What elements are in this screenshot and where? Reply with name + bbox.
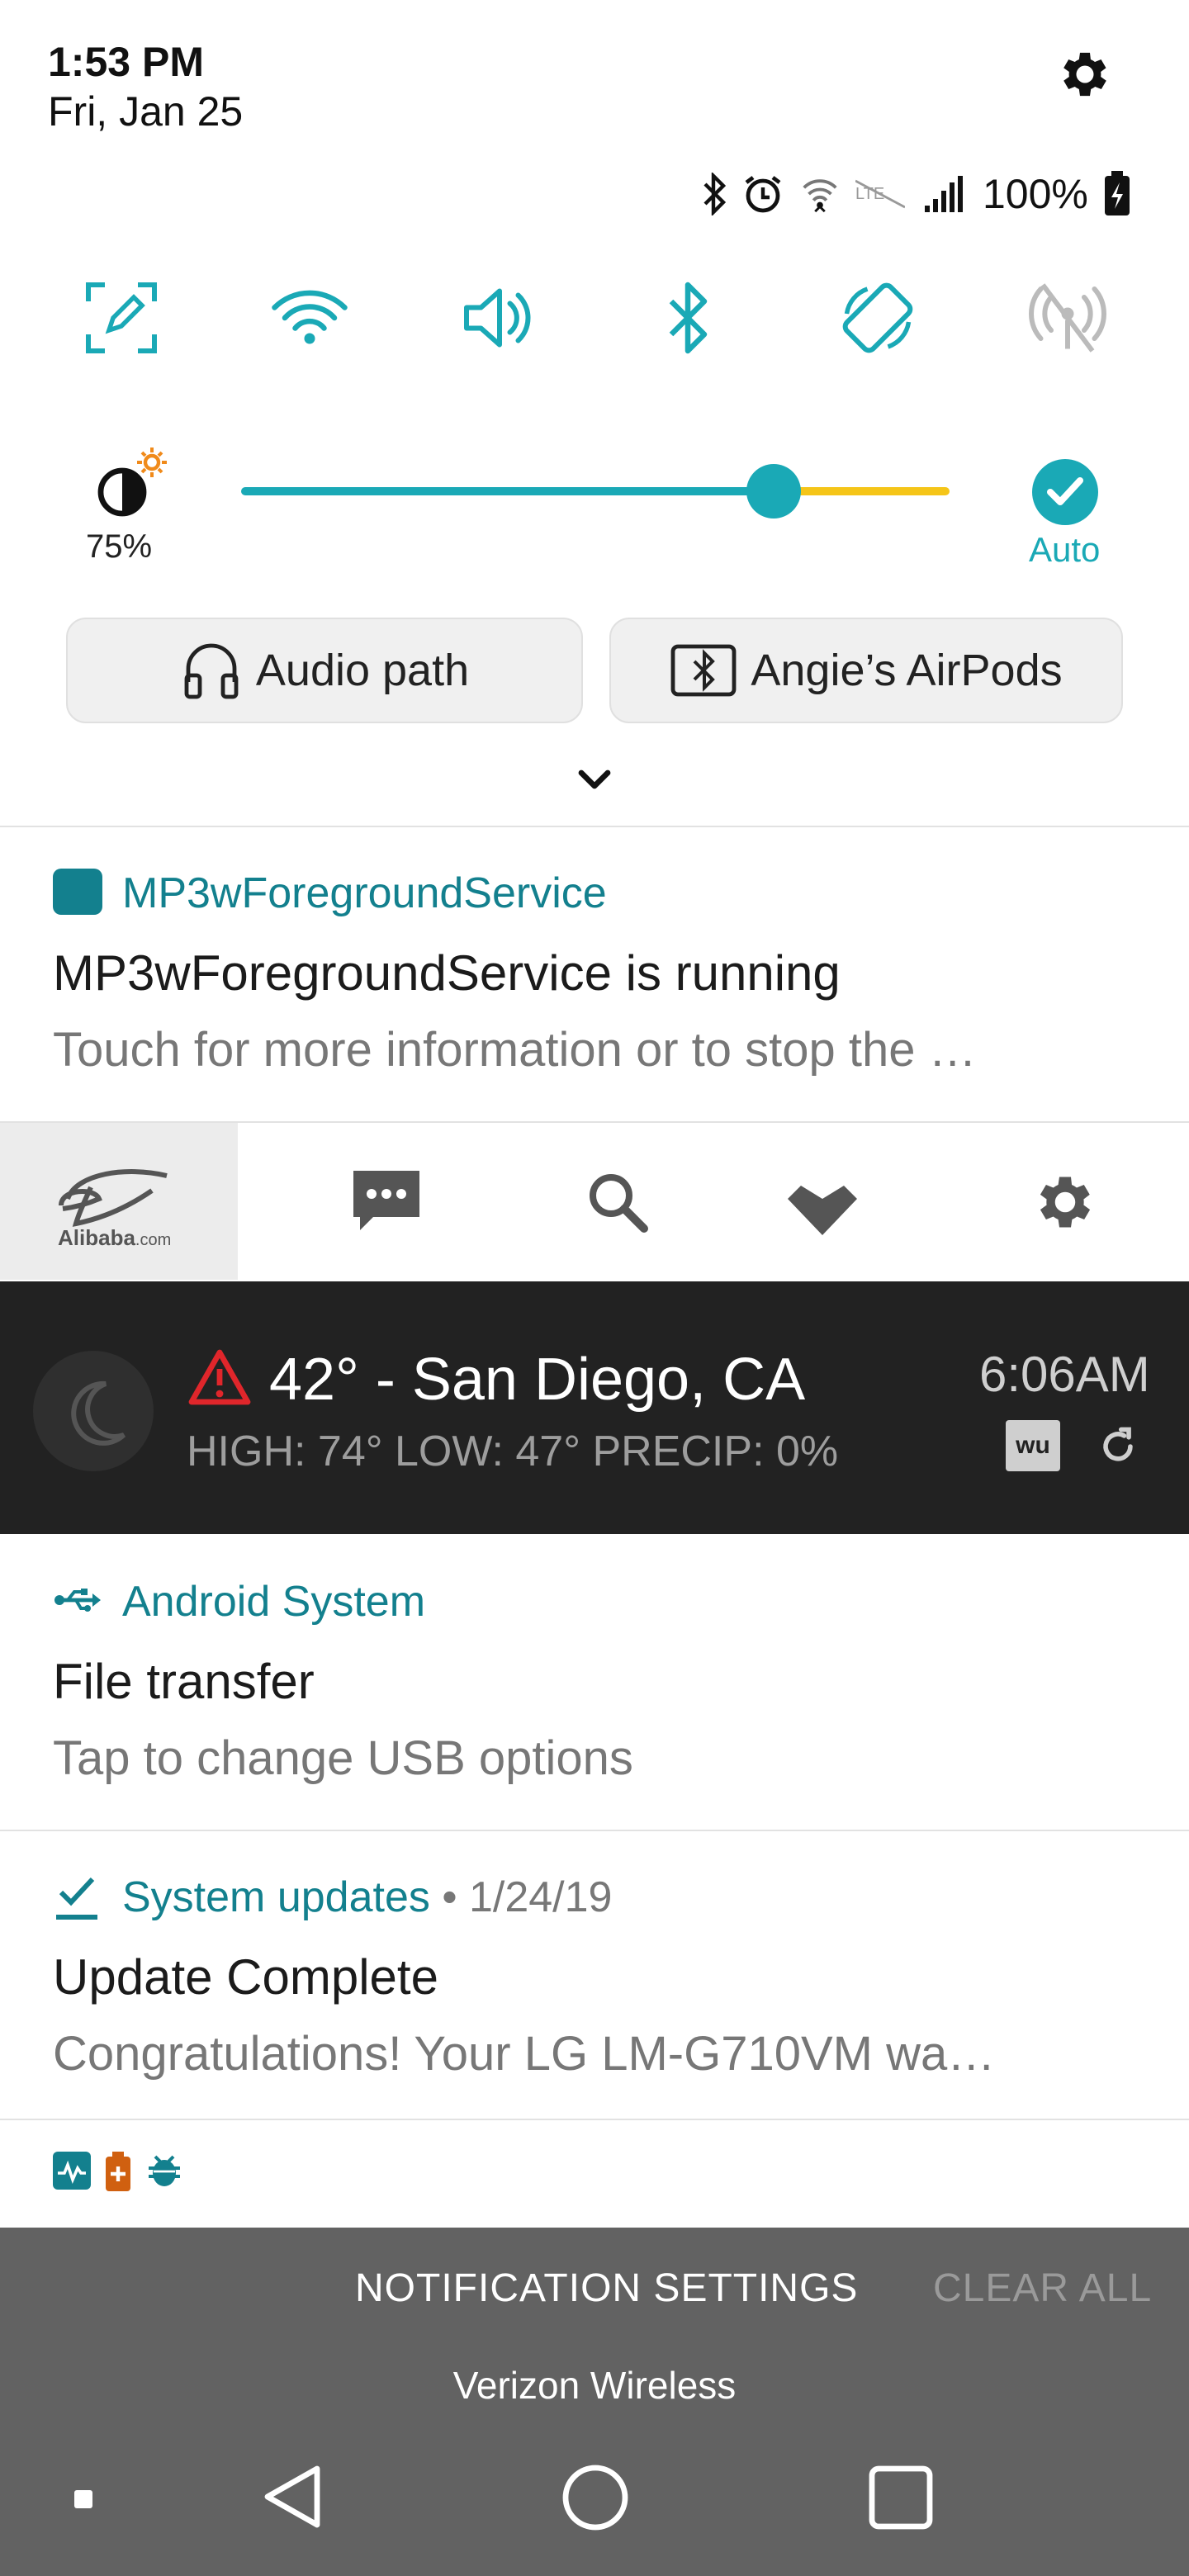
gear-icon [1063,52,1106,97]
warning-icon [187,1347,253,1411]
alibaba-favorites-button[interactable] [781,1172,864,1243]
app-icon [53,869,102,915]
notification-mp3w[interactable]: MP3wForegroundService MP3wForegroundServ… [0,827,1189,1121]
check-icon [1047,477,1083,505]
notification-body: Touch for more information or to stop th… [53,1023,977,1077]
tile-screen-capture[interactable] [76,272,167,363]
overflow-notification-icons[interactable] [53,2152,183,2191]
gear-icon [1040,1177,1091,1228]
bluetooth-device-icon [670,644,737,697]
tile-auto-rotate[interactable] [832,272,923,363]
tile-wifi[interactable] [264,272,355,363]
notification-body: Tap to change USB options [53,1731,633,1785]
time: 1:53 PM [48,39,204,85]
cell-signal-icon [925,176,963,212]
search-icon [590,1174,648,1233]
date: Fri, Jan 25 [48,88,244,135]
bluetooth-device-label: Angie’s AirPods [751,646,1063,695]
notification-system-updates[interactable]: System updates • 1/24/19 Update Complete… [0,1831,1189,2119]
weather-refresh-button[interactable] [1095,1423,1141,1474]
nav-indicator-dot[interactable] [74,2490,92,2508]
auto-brightness-label: Auto [1029,530,1101,569]
auto-brightness-toggle[interactable] [1032,459,1098,525]
headphones-icon [184,643,239,699]
notification-header: System updates • 1/24/19 [122,1873,612,1922]
notification-title: File transfer [53,1654,315,1709]
brightness-slider-thumb[interactable] [746,464,801,519]
settings-button[interactable] [1055,45,1115,104]
weather-forecast: HIGH: 74° LOW: 47° PRECIP: 0% [187,1428,839,1475]
lte-icon: LTE [855,179,905,209]
alibaba-search-button[interactable] [583,1167,652,1241]
bluetooth-icon [669,282,708,354]
hotspot-off-icon [1029,283,1106,353]
recents-icon [869,2465,933,2530]
notification-title: Update Complete [53,1949,438,2005]
usb-icon [54,1589,101,1612]
wifi-signal-icon [803,179,837,213]
bluetooth-icon [703,173,727,215]
message-icon [353,1171,419,1230]
heart-icon [788,1186,857,1235]
home-button[interactable] [561,2464,629,2536]
alibaba-settings-button[interactable] [1030,1167,1100,1241]
alarm-icon [745,176,781,213]
wu-logo: wu [1006,1420,1060,1471]
sound-icon [464,288,531,348]
wifi-icon [272,290,348,344]
notification-android-system[interactable]: Android System File transfer Tap to chan… [0,1536,1189,1830]
brightness-percent: 75% [86,528,153,565]
wu-logo-text: wu [1016,1432,1050,1459]
alibaba-logo-domain: .com [135,1231,172,1249]
back-icon [264,2465,320,2528]
weather-time: 6:06AM [979,1347,1150,1402]
notification-app-name: System updates [122,1873,430,1921]
download-done-icon [56,1877,97,1920]
brightness-icon [89,446,168,525]
notification-app-name: Android System [122,1578,426,1626]
notification-settings-button[interactable]: NOTIFICATION SETTINGS [355,2266,858,2311]
audio-path-button[interactable]: Audio path [66,618,583,723]
notification-title: MP3wForegroundService is running [53,945,841,1001]
alibaba-logo-text: Alibaba [58,1225,135,1250]
back-button[interactable] [258,2462,327,2536]
weather-current: 42° - San Diego, CA [269,1347,806,1413]
tile-bluetooth[interactable] [642,272,733,363]
notification-date: • 1/24/19 [429,1873,613,1921]
tile-sound[interactable] [454,272,545,363]
brightness-slider-track[interactable] [241,487,776,495]
carrier-label: Verizon Wireless [452,2364,737,2407]
moon-icon [33,1351,154,1471]
notification-body: Congratulations! Your LG LM-G710VM wa… [53,2027,996,2081]
status-icons: LTE 100% [702,165,1131,223]
home-icon [562,2465,628,2531]
tile-hotspot[interactable] [1022,272,1113,363]
battery-charging-icon [1104,171,1130,215]
audio-path-label: Audio path [255,646,470,695]
recents-button[interactable] [867,2464,935,2536]
expand-button[interactable] [570,760,619,801]
alibaba-messages-button[interactable] [347,1166,426,1241]
android-bug-icon [149,2155,180,2186]
chevron-down-icon [578,769,611,789]
screen-capture-icon [86,282,157,353]
clear-all-button[interactable]: CLEAR ALL [933,2266,1152,2311]
battery-percent: 100% [983,171,1088,217]
bluetooth-device-button[interactable]: Angie’s AirPods [609,618,1123,723]
alibaba-logo[interactable]: Alibaba.com [0,1123,238,1280]
divider [0,2119,1189,2120]
battery-plus-icon [106,2152,130,2191]
activity-icon [53,2152,91,2190]
refresh-icon [1103,1427,1133,1461]
brightness-slider-rest[interactable] [776,487,950,495]
notification-app-name: MP3wForegroundService [122,869,607,917]
auto-rotate-icon [842,282,913,353]
